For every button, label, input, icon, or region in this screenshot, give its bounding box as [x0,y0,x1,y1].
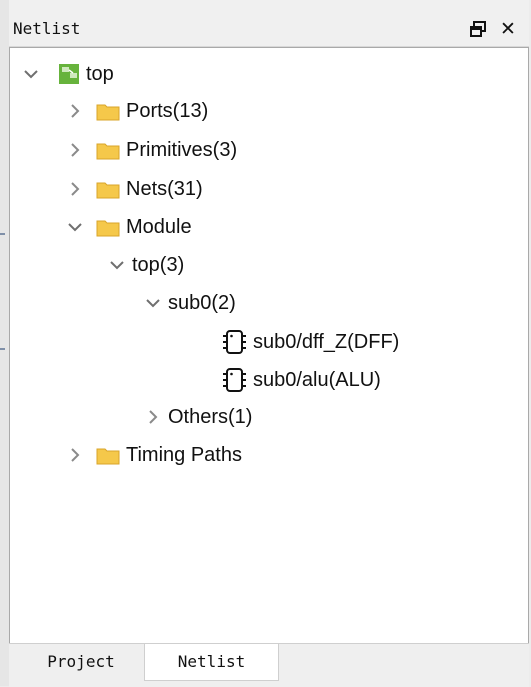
adjacent-window-mark [0,348,5,350]
tree-item-label: Nets(31) [126,177,203,200]
bottom-tab-bar: Project Netlist [9,643,529,687]
tree-item-label: Others(1) [168,405,253,428]
tree-item-dff[interactable]: sub0/dff_Z(DFF) [223,324,399,360]
tree-item-label: top [86,62,114,85]
tree-item-label: top(3) [132,253,185,276]
float-window-icon[interactable] [469,20,487,38]
chevron-down-icon[interactable] [66,218,84,236]
tree-item-label: sub0(2) [168,291,236,314]
tree-item-label: sub0/alu(ALU) [253,368,381,391]
chevron-down-icon[interactable] [22,65,40,83]
tree-item-module[interactable]: Module [66,209,192,245]
chevron-right-icon[interactable] [66,446,84,464]
tab-project[interactable]: Project [18,644,144,680]
netlist-panel: Netlist ✕ top Ports(13) Primitives(3) Ne… [9,0,529,687]
top-module-icon [58,63,80,85]
tree-item-top[interactable]: top [22,56,114,92]
folder-icon [96,140,120,160]
chip-icon [223,328,247,356]
tree-item-label: Ports(13) [126,99,209,122]
adjacent-window-edge [0,0,9,686]
panel-title: Netlist [13,19,81,38]
folder-icon [96,217,120,237]
tree-item-label: sub0/dff_Z(DFF) [253,330,400,353]
tab-netlist[interactable]: Netlist [144,644,279,681]
chip-icon [223,366,247,394]
tree-item-alu[interactable]: sub0/alu(ALU) [223,362,381,398]
folder-icon [96,101,120,121]
tree-item-label: Timing Paths [126,443,242,466]
tree-item-nets[interactable]: Nets(31) [66,171,203,207]
adjacent-window-mark [0,233,5,235]
chevron-down-icon[interactable] [144,294,162,312]
chevron-right-icon[interactable] [66,102,84,120]
panel-titlebar: Netlist ✕ [9,10,529,47]
tree-item-others[interactable]: Others(1) [144,399,252,435]
close-icon[interactable]: ✕ [499,19,517,39]
tree-item-ports[interactable]: Ports(13) [66,93,208,129]
tree-item-top-instance[interactable]: top(3) [108,247,184,283]
chevron-right-icon[interactable] [66,141,84,159]
chevron-right-icon[interactable] [66,180,84,198]
tree-item-label: Module [126,215,192,238]
tree-item-timing-paths[interactable]: Timing Paths [66,437,242,473]
folder-icon [96,179,120,199]
tree-item-primitives[interactable]: Primitives(3) [66,132,237,168]
folder-icon [96,445,120,465]
netlist-tree[interactable]: top Ports(13) Primitives(3) Nets(31) Mod… [9,47,529,644]
chevron-right-icon[interactable] [144,408,162,426]
tree-item-label: Primitives(3) [126,138,238,161]
chevron-down-icon[interactable] [108,256,126,274]
tree-item-sub0[interactable]: sub0(2) [144,285,236,321]
